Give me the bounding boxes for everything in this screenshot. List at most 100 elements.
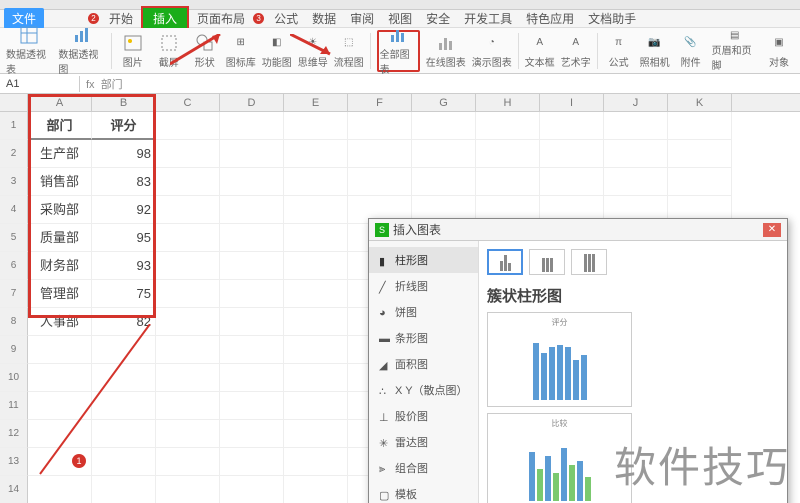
cell[interactable]: 92	[92, 196, 156, 224]
cell[interactable]	[412, 168, 476, 196]
cell[interactable]	[284, 476, 348, 503]
cell[interactable]: 人事部	[28, 308, 92, 336]
tab-dochelper[interactable]: 文档助手	[582, 8, 642, 29]
col-H[interactable]: H	[476, 94, 540, 111]
cell[interactable]	[412, 112, 476, 140]
cell[interactable]	[156, 196, 220, 224]
cell[interactable]	[540, 168, 604, 196]
col-I[interactable]: I	[540, 94, 604, 111]
row-number[interactable]: 5	[0, 224, 28, 252]
cell[interactable]	[604, 140, 668, 168]
cell[interactable]	[220, 308, 284, 336]
cell[interactable]	[28, 336, 92, 364]
type-template[interactable]: ▢模板	[369, 481, 478, 503]
cell[interactable]	[92, 392, 156, 420]
subtype-percent[interactable]	[571, 249, 607, 275]
row-number[interactable]: 6	[0, 252, 28, 280]
cell[interactable]	[476, 140, 540, 168]
cell[interactable]	[284, 140, 348, 168]
cell[interactable]	[540, 112, 604, 140]
cell[interactable]	[284, 336, 348, 364]
row-number[interactable]: 13	[0, 448, 28, 476]
cell[interactable]: 98	[92, 140, 156, 168]
camera-button[interactable]: 📷照相机	[640, 30, 670, 72]
subtype-clustered[interactable]	[487, 249, 523, 275]
cell[interactable]	[156, 224, 220, 252]
cell[interactable]	[156, 336, 220, 364]
tab-start[interactable]: 开始	[103, 8, 139, 29]
shapes-button[interactable]: 形状	[190, 30, 220, 72]
cell[interactable]	[220, 168, 284, 196]
cell[interactable]	[668, 140, 732, 168]
cell[interactable]: 财务部	[28, 252, 92, 280]
demo-chart-button[interactable]: ◔演示图表	[472, 30, 512, 72]
cell[interactable]	[348, 112, 412, 140]
row-number[interactable]: 11	[0, 392, 28, 420]
cell[interactable]	[284, 224, 348, 252]
tab-formula[interactable]: 公式	[268, 8, 304, 29]
col-G[interactable]: G	[412, 94, 476, 111]
grid-row[interactable]: 3销售部83	[0, 168, 800, 196]
cell[interactable]	[92, 448, 156, 476]
cell[interactable]	[156, 280, 220, 308]
cell[interactable]	[156, 448, 220, 476]
row-number[interactable]: 10	[0, 364, 28, 392]
subtype-stacked[interactable]	[529, 249, 565, 275]
cell[interactable]	[220, 448, 284, 476]
tab-devtools[interactable]: 开发工具	[458, 8, 518, 29]
close-button[interactable]: ✕	[763, 223, 781, 237]
type-stock[interactable]: ⊥股价图	[369, 403, 478, 429]
row-number[interactable]: 12	[0, 420, 28, 448]
row-number[interactable]: 14	[0, 476, 28, 503]
cell[interactable]	[284, 280, 348, 308]
cell[interactable]: 销售部	[28, 168, 92, 196]
cell[interactable]	[156, 476, 220, 503]
cell[interactable]	[220, 364, 284, 392]
cell[interactable]: 83	[92, 168, 156, 196]
cell[interactable]: 75	[92, 280, 156, 308]
cell[interactable]: 质量部	[28, 224, 92, 252]
row-number[interactable]: 7	[0, 280, 28, 308]
screenshot-button[interactable]: 截屏	[154, 30, 184, 72]
col-B[interactable]: B	[92, 94, 156, 111]
type-area[interactable]: ◢面积图	[369, 351, 478, 377]
type-radar[interactable]: ✳雷达图	[369, 429, 478, 455]
col-D[interactable]: D	[220, 94, 284, 111]
row-number[interactable]: 8	[0, 308, 28, 336]
cell[interactable]	[348, 140, 412, 168]
grid-row[interactable]: 2生产部98	[0, 140, 800, 168]
tab-data[interactable]: 数据	[306, 8, 342, 29]
wordart-button[interactable]: A艺术字	[561, 30, 591, 72]
cell[interactable]: 82	[92, 308, 156, 336]
cell[interactable]	[540, 140, 604, 168]
cell[interactable]: 生产部	[28, 140, 92, 168]
flowchart-button[interactable]: ⬚流程图	[334, 30, 364, 72]
cell[interactable]	[284, 392, 348, 420]
cell[interactable]	[220, 112, 284, 140]
preview-2[interactable]: 比较	[487, 413, 632, 503]
cell[interactable]	[668, 112, 732, 140]
type-combo[interactable]: ⫸组合图	[369, 455, 478, 481]
col-K[interactable]: K	[668, 94, 732, 111]
object-button[interactable]: ▣对象	[764, 30, 794, 72]
cell[interactable]	[476, 112, 540, 140]
tab-review[interactable]: 审阅	[344, 8, 380, 29]
type-bar[interactable]: ▬条形图	[369, 325, 478, 351]
row-number[interactable]: 1	[0, 112, 28, 140]
row-number[interactable]: 2	[0, 140, 28, 168]
grid-row[interactable]: 1部门评分	[0, 112, 800, 140]
cell[interactable]	[220, 392, 284, 420]
col-A[interactable]: A	[28, 94, 92, 111]
cell[interactable]	[220, 476, 284, 503]
fx-label[interactable]: fx 部门	[80, 74, 129, 94]
cell[interactable]	[92, 420, 156, 448]
spreadsheet-grid[interactable]: A B C D E F G H I J K 1部门评分2生产部983销售部834…	[0, 94, 800, 503]
formula-button[interactable]: π公式	[604, 30, 634, 72]
pivot-chart-button[interactable]: 数据透视图	[58, 30, 104, 72]
cell[interactable]	[92, 476, 156, 503]
cell[interactable]	[156, 308, 220, 336]
type-line[interactable]: ╱折线图	[369, 273, 478, 299]
cell[interactable]: 93	[92, 252, 156, 280]
cell[interactable]	[412, 140, 476, 168]
preview-1[interactable]: 评分	[487, 312, 632, 407]
